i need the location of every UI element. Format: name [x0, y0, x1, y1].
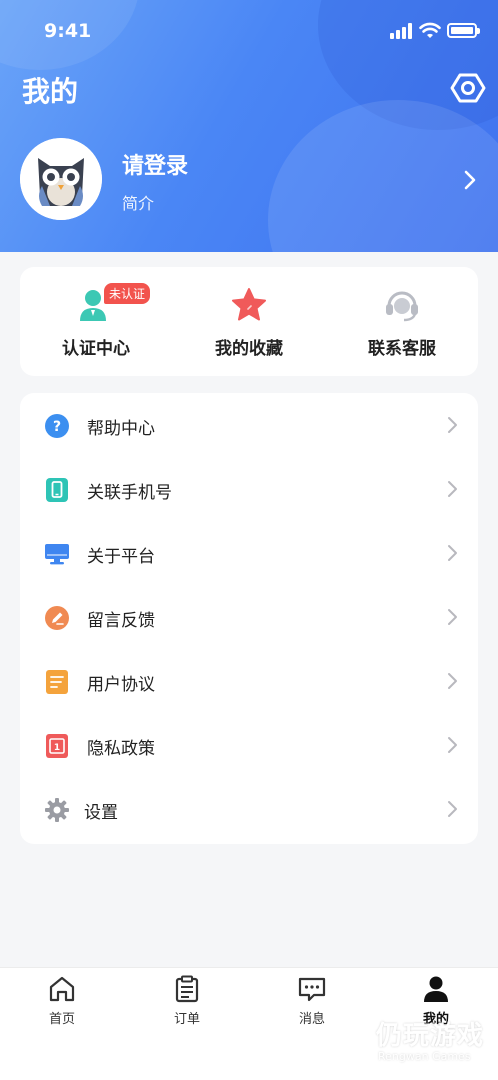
watermark-logo-icon	[330, 1020, 368, 1058]
menu-item-label: 用户协议	[87, 675, 155, 695]
home-icon	[49, 976, 75, 1002]
cellular-signal-icon	[390, 23, 414, 39]
battery-icon	[447, 23, 480, 38]
quick-actions-card: 未认证 认证中心 我的收藏 联系客服	[20, 267, 478, 376]
svg-text:1: 1	[54, 743, 60, 753]
watermark: 仍玩游戏 Rengwan Games	[324, 1012, 494, 1072]
status-time: 9:41	[44, 20, 92, 42]
wifi-icon	[419, 22, 441, 38]
monitor-icon	[45, 544, 69, 565]
quick-action-customer-service[interactable]: 联系客服	[326, 267, 478, 376]
menu-item-privacy-policy[interactable]: 1 隐私政策	[20, 713, 478, 777]
person-icon	[424, 976, 448, 1002]
status-bar: 9:41	[0, 0, 498, 62]
unverified-badge: 未认证	[104, 283, 151, 304]
tab-label: 首页	[48, 1012, 75, 1027]
help-icon: ?	[45, 414, 69, 438]
menu-item-feedback[interactable]: 留言反馈	[20, 585, 478, 649]
menu-item-help-center[interactable]: ? 帮助中心	[20, 393, 478, 457]
page-title: 我的	[22, 75, 79, 108]
menu-item-label: 关联手机号	[87, 483, 172, 503]
quick-action-label: 我的收藏	[215, 339, 283, 359]
menu-item-link-phone[interactable]: 关联手机号	[20, 457, 478, 521]
chevron-right-icon	[448, 801, 457, 817]
menu-item-label: 关于平台	[87, 547, 155, 567]
watermark-subtext: Rengwan Games	[378, 1050, 471, 1063]
settings-menu: ? 帮助中心 关联手机号 关于平台 留言反馈 用户协议 1 隐私政策 设置	[20, 393, 478, 844]
owl-avatar-icon	[20, 138, 102, 220]
chat-icon	[298, 977, 326, 1002]
svg-text:?: ?	[53, 419, 61, 435]
menu-item-settings[interactable]: 设置	[20, 777, 478, 841]
menu-item-label: 留言反馈	[87, 611, 155, 631]
login-prompt[interactable]: 请登录	[122, 148, 188, 180]
gear-icon	[45, 798, 69, 822]
headset-icon	[386, 291, 418, 322]
clipboard-icon	[175, 975, 199, 1003]
quick-action-label: 联系客服	[368, 339, 436, 359]
feedback-pen-icon	[45, 606, 69, 630]
agreement-doc-icon	[46, 670, 68, 694]
chevron-right-icon	[448, 545, 457, 561]
menu-item-label: 设置	[84, 803, 118, 823]
menu-item-label: 帮助中心	[87, 419, 155, 439]
quick-action-favorites[interactable]: 我的收藏	[173, 267, 325, 376]
star-icon	[232, 288, 266, 321]
chevron-right-icon	[448, 417, 457, 433]
tab-home[interactable]: 首页	[0, 968, 124, 1038]
menu-item-user-agreement[interactable]: 用户协议	[20, 649, 478, 713]
quick-action-certification[interactable]: 未认证 认证中心	[20, 267, 172, 376]
chevron-right-icon	[448, 481, 457, 497]
phone-icon	[46, 478, 68, 502]
menu-item-about-platform[interactable]: 关于平台	[20, 521, 478, 585]
profile-bio: 简介	[122, 194, 155, 213]
profile-header: 9:41 我的 请登录 简介	[0, 0, 498, 252]
settings-hexagon-icon[interactable]	[450, 70, 486, 106]
privacy-doc-icon: 1	[46, 734, 68, 758]
tab-orders[interactable]: 订单	[125, 968, 249, 1038]
quick-action-label: 认证中心	[62, 339, 130, 359]
chevron-right-icon[interactable]	[458, 166, 482, 194]
chevron-right-icon	[448, 609, 457, 625]
chevron-right-icon	[448, 737, 457, 753]
watermark-text: 仍玩游戏	[376, 1021, 485, 1051]
chevron-right-icon	[448, 673, 457, 689]
menu-item-label: 隐私政策	[87, 739, 155, 759]
tab-label: 订单	[173, 1012, 200, 1027]
avatar[interactable]	[20, 138, 102, 220]
